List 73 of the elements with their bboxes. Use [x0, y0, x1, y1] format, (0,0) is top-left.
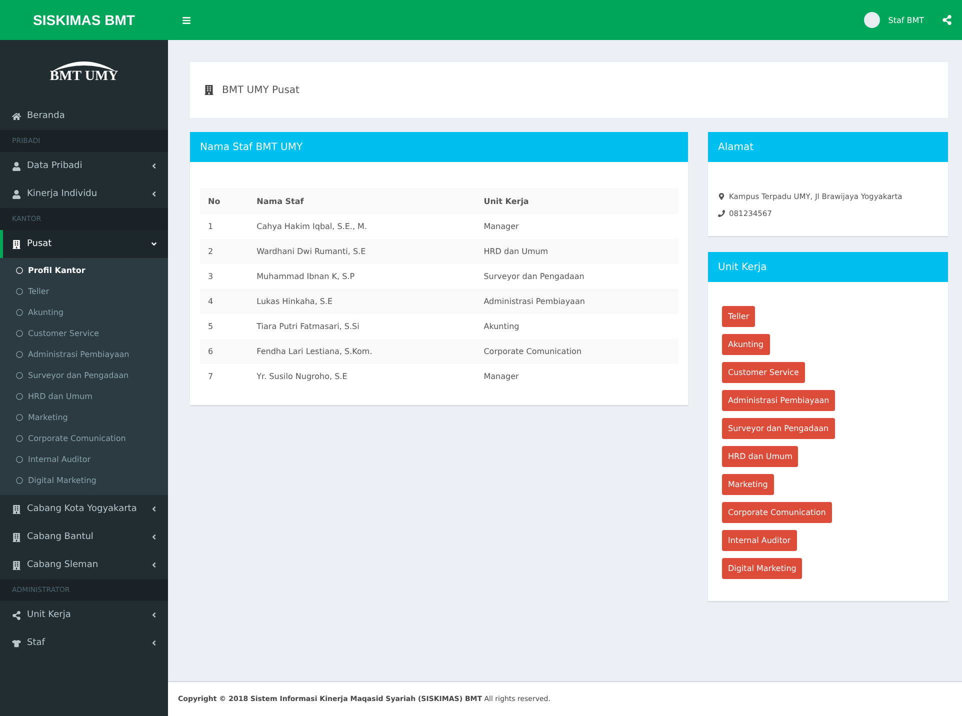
unit-link[interactable]: HRD dan Umum	[722, 446, 798, 467]
card-title: Alamat	[708, 132, 948, 162]
table-cell: Wardhani Dwi Rumanti, S.E	[248, 239, 476, 264]
building-icon	[12, 560, 21, 570]
sidebar-subitem[interactable]: Digital Marketing	[0, 470, 168, 491]
table-cell: Manager	[476, 214, 678, 239]
avatar-icon[interactable]	[864, 12, 880, 28]
table-cell: HRD dan Umum	[476, 239, 678, 264]
building-icon	[12, 504, 21, 514]
column-header: Unit Kerja	[476, 188, 678, 214]
sidebar-subitem[interactable]: Surveyor dan Pengadaan	[0, 365, 168, 386]
table-cell: 1	[200, 214, 249, 239]
shirt-icon	[12, 638, 21, 648]
menu-icon[interactable]	[182, 16, 191, 24]
sidebar-subitem[interactable]: Akunting	[0, 302, 168, 323]
unit-link[interactable]: Akunting	[722, 334, 770, 355]
unit-link[interactable]: Corporate Comunication	[722, 502, 832, 523]
sidebar-subitem[interactable]: Administrasi Pembiayaan	[0, 344, 168, 365]
card-title: Nama Staf BMT UMY	[190, 132, 688, 162]
user-icon	[12, 162, 21, 170]
table-cell: 5	[200, 314, 249, 339]
table-cell: Muhammad Ibnan K, S.P	[248, 264, 476, 289]
home-icon	[12, 112, 21, 120]
sidebar-subitem[interactable]: HRD dan Umum	[0, 386, 168, 407]
sidebar-subitem[interactable]: Marketing	[0, 407, 168, 428]
sidebar-item[interactable]: Pusat	[0, 230, 168, 258]
unit-link[interactable]: Internal Auditor	[722, 530, 797, 551]
sidebar-item[interactable]: Cabang Sleman	[0, 551, 168, 579]
building-icon	[204, 85, 214, 95]
share-icon	[12, 610, 21, 620]
unit-link[interactable]: Administrasi Pembiayaan	[722, 390, 836, 411]
table-cell: Cahya Hakim Iqbal, S.E., M.	[248, 214, 476, 239]
sidebar-subitem[interactable]: Profil Kantor	[0, 260, 168, 281]
unit-link[interactable]: Customer Service	[722, 362, 805, 383]
unit-link[interactable]: Surveyor dan Pengadaan	[722, 418, 835, 439]
user-icon	[12, 190, 21, 198]
table-cell: 4	[200, 289, 249, 314]
column-header: Nama Staf	[248, 188, 476, 214]
table-cell: 6	[200, 339, 249, 364]
table-cell: Akunting	[476, 314, 678, 339]
sidebar-item[interactable]: Beranda	[0, 102, 168, 130]
table-cell: 3	[200, 264, 249, 289]
share-icon[interactable]	[942, 15, 952, 25]
building-icon	[12, 532, 21, 542]
table-cell: Fendha Lari Lestiana, S.Kom.	[248, 339, 476, 364]
sidebar-item[interactable]: Unit Kerja	[0, 601, 168, 629]
table-cell: Corporate Comunication	[476, 339, 678, 364]
card-title: Unit Kerja	[708, 252, 948, 282]
unit-link[interactable]: Teller	[722, 306, 756, 327]
unit-link[interactable]: Digital Marketing	[722, 558, 802, 579]
map-pin-icon	[718, 193, 725, 200]
sidebar-item[interactable]: Cabang Bantul	[0, 523, 168, 551]
sidebar-item[interactable]: Data Pribadi	[0, 152, 168, 180]
sidebar-subitem[interactable]: Teller	[0, 281, 168, 302]
brand-title: SISKIMAS BMT	[0, 0, 168, 40]
sidebar-subitem[interactable]: Internal Auditor	[0, 449, 168, 470]
table-cell: Tiara Putri Fatmasari, S.Si	[248, 314, 476, 339]
table-cell: Administrasi Pembiayaan	[476, 289, 678, 314]
phone-icon	[718, 210, 725, 217]
sidebar-item[interactable]: Staf	[0, 629, 168, 657]
column-header: No	[200, 188, 249, 214]
sidebar-subitem[interactable]: Customer Service	[0, 323, 168, 344]
page-title: BMT UMY Pusat	[222, 84, 300, 96]
table-cell: Lukas Hinkaha, S.E	[248, 289, 476, 314]
table-cell: Surveyor dan Pengadaan	[476, 264, 678, 289]
user-name[interactable]: Staf BMT	[888, 16, 924, 24]
sidebar-subitem[interactable]: Corporate Comunication	[0, 428, 168, 449]
logo-text: BMT UMY	[50, 69, 118, 85]
sidebar-item[interactable]: Cabang Kota Yogyakarta	[0, 495, 168, 523]
building-icon	[12, 240, 21, 248]
table-cell: 2	[200, 239, 249, 264]
sidebar-item[interactable]: Kinerja Individu	[0, 180, 168, 208]
unit-link[interactable]: Marketing	[722, 474, 774, 495]
